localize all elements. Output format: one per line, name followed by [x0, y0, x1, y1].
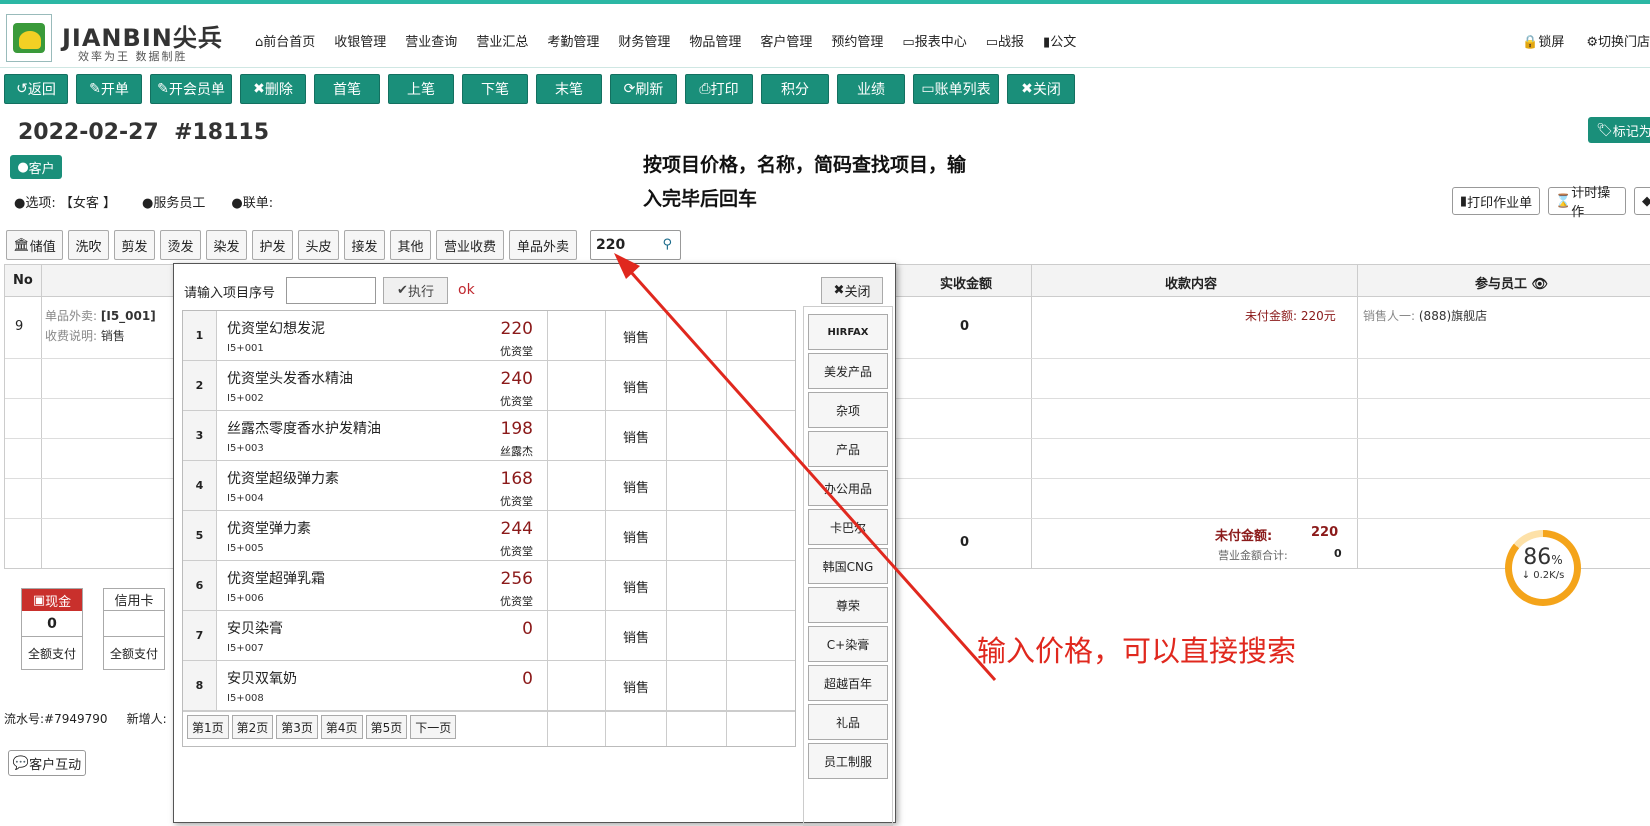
annotation-text: 输入价格，可以直接搜索 [977, 634, 1297, 668]
annotation-arrow [614, 253, 997, 681]
